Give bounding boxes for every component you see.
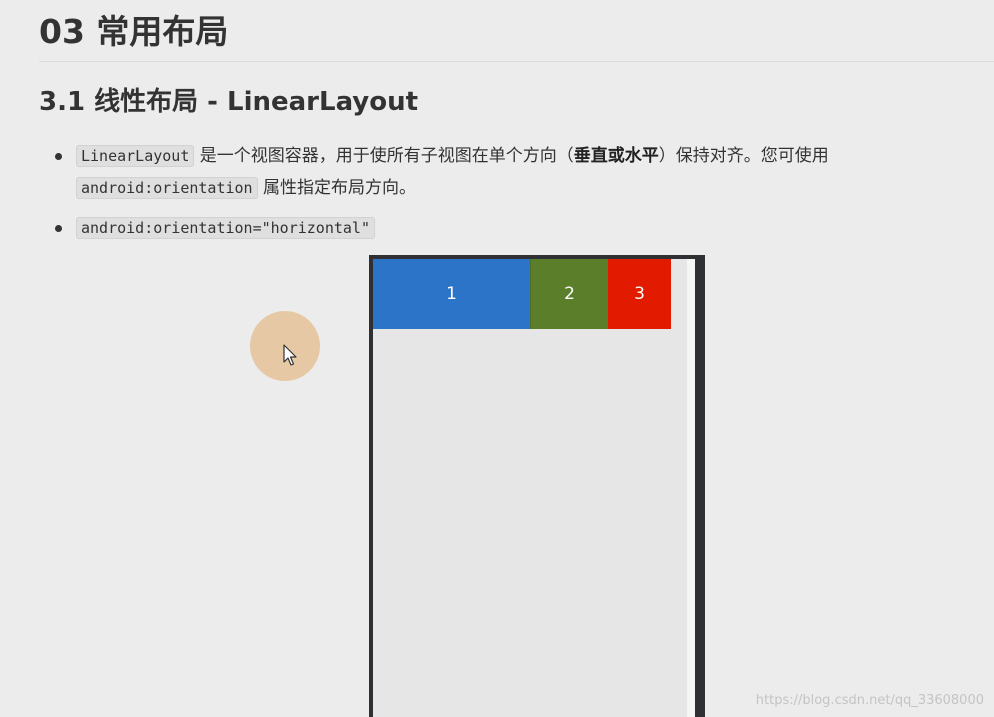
linear-layout-row: 1 2 3 bbox=[373, 259, 671, 329]
watermark: https://blog.csdn.net/qq_33608000 bbox=[755, 693, 984, 708]
mouse-pointer-icon bbox=[283, 344, 297, 366]
bullet-list: LinearLayout 是一个视图容器，用于使所有子视图在单个方向（垂直或水平… bbox=[52, 140, 952, 244]
phone-right-edge bbox=[687, 259, 695, 717]
list-item: android:orientation="horizontal" bbox=[52, 212, 952, 244]
bullet-text-part1: 是一个视图容器，用于使所有子视图在单个方向（ bbox=[194, 146, 574, 166]
bullet-dot bbox=[55, 153, 62, 160]
page-title: 03 常用布局 bbox=[39, 12, 229, 51]
document-page: 03 常用布局 3.1 线性布局 - LinearLayout LinearLa… bbox=[0, 0, 994, 717]
list-item: LinearLayout 是一个视图容器，用于使所有子视图在单个方向（垂直或水平… bbox=[52, 140, 952, 204]
layout-box-2-label: 2 bbox=[564, 284, 575, 304]
layout-box-1-label: 1 bbox=[446, 284, 457, 304]
bullet-text-part2: ）保持对齐。您可使用 bbox=[658, 146, 829, 166]
bullet-text-part3: 属性指定布局方向。 bbox=[257, 178, 416, 198]
inline-code-orientation-horizontal: android:orientation="horizontal" bbox=[76, 217, 375, 239]
bullet-dot bbox=[55, 225, 62, 232]
layout-box-2: 2 bbox=[530, 259, 608, 329]
bold-text-direction: 垂直或水平 bbox=[573, 146, 659, 166]
phone-screen: 1 2 3 bbox=[373, 259, 695, 717]
layout-box-1: 1 bbox=[373, 259, 530, 329]
title-divider bbox=[39, 61, 994, 62]
section-title: 3.1 线性布局 - LinearLayout bbox=[39, 87, 419, 117]
phone-mockup: 1 2 3 bbox=[369, 255, 705, 717]
layout-box-3: 3 bbox=[608, 259, 671, 329]
layout-box-3-label: 3 bbox=[634, 284, 645, 304]
inline-code-linearlayout: LinearLayout bbox=[76, 145, 195, 167]
inline-code-orientation: android:orientation bbox=[76, 177, 258, 199]
